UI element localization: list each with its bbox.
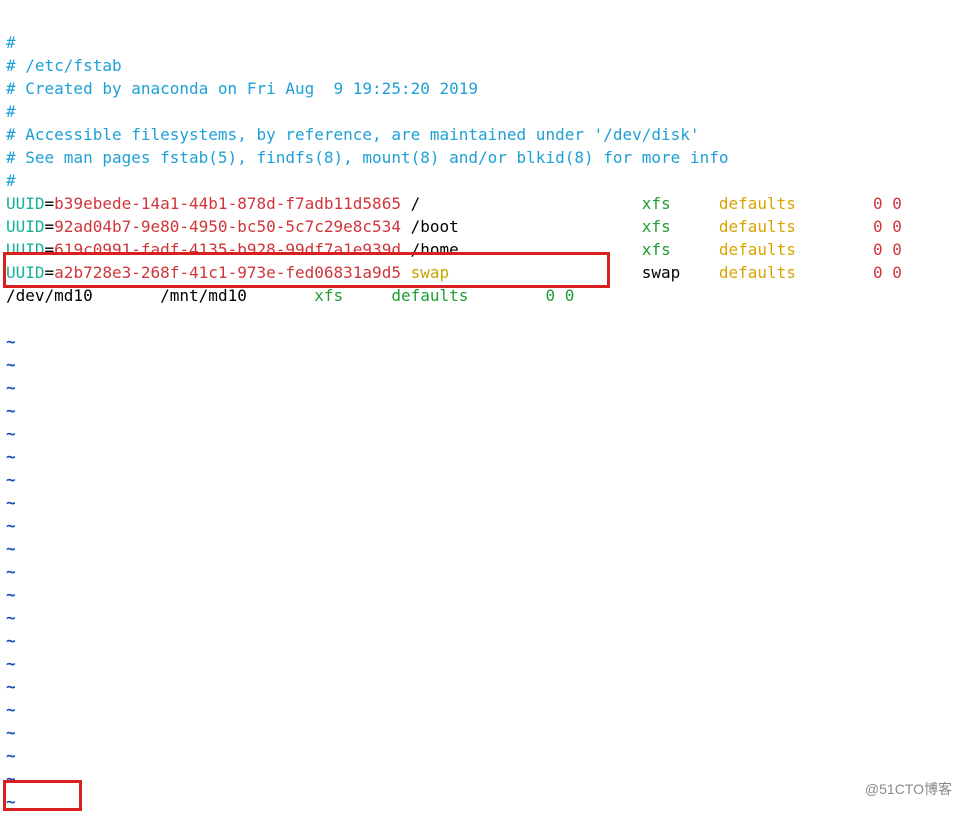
empty-line-tilde: ~ (6, 470, 16, 489)
watermark-text: @51CTO博客 (865, 778, 952, 801)
equals-sign: = (45, 263, 55, 282)
fstab-entry: UUID=92ad04b7-9e80-4950-bc50-5c7c29e8c53… (6, 217, 902, 236)
mount-point: / (411, 194, 421, 213)
uuid-value: 92ad04b7-9e80-4950-bc50-5c7c29e8c534 (54, 217, 401, 236)
device: /dev/md10 (6, 286, 93, 305)
empty-line-tilde: ~ (6, 723, 16, 742)
empty-line-tilde: ~ (6, 677, 16, 696)
empty-line-tilde: ~ (6, 378, 16, 397)
fs-type: xfs (314, 286, 343, 305)
empty-line-tilde: ~ (6, 608, 16, 627)
empty-line-tilde: ~ (6, 700, 16, 719)
comment-line: # /etc/fstab (6, 56, 122, 75)
fstab-entry-highlighted: /dev/md10 /mnt/md10 xfs defaults 0 0 (6, 286, 574, 305)
fs-type: xfs (642, 217, 671, 236)
dump-value: 0 (873, 263, 883, 282)
uuid-label: UUID (6, 217, 45, 236)
equals-sign: = (45, 240, 55, 259)
dump-value: 0 (873, 217, 883, 236)
empty-line-tilde: ~ (6, 355, 16, 374)
empty-line-tilde: ~ (6, 746, 16, 765)
uuid-value: a2b728e3-268f-41c1-973e-fed06831a9d5 (54, 263, 401, 282)
empty-line-tilde: ~ (6, 401, 16, 420)
pass-value: 0 (892, 217, 902, 236)
empty-line-tilde: ~ (6, 332, 16, 351)
comment-line: # (6, 33, 16, 52)
mount-options: defaults (719, 217, 796, 236)
comment-line: # Accessible filesystems, by reference, … (6, 125, 700, 144)
empty-line-tilde: ~ (6, 792, 16, 811)
empty-line-tilde: ~ (6, 493, 16, 512)
fstab-entry: UUID=619c0991-fadf-4135-b928-99df7a1e939… (6, 240, 902, 259)
equals-sign: = (45, 194, 55, 213)
empty-line-tilde: ~ (6, 539, 16, 558)
equals-sign: = (45, 217, 55, 236)
fs-type: xfs (642, 240, 671, 259)
comment-line: # See man pages fstab(5), findfs(8), mou… (6, 148, 728, 167)
mount-point: swap (411, 263, 450, 282)
comment-line: # (6, 171, 16, 190)
fstab-entry: UUID=a2b728e3-268f-41c1-973e-fed06831a9d… (6, 263, 902, 282)
uuid-label: UUID (6, 240, 45, 259)
dump-value: 0 (873, 194, 883, 213)
mount-point: /mnt/md10 (160, 286, 247, 305)
fs-type: swap (642, 263, 681, 282)
pass-value: 0 (892, 240, 902, 259)
empty-line-tilde: ~ (6, 631, 16, 650)
uuid-label: UUID (6, 263, 45, 282)
mount-point: /home (411, 240, 459, 259)
empty-line-tilde: ~ (6, 585, 16, 604)
empty-line-tilde: ~ (6, 654, 16, 673)
uuid-value: b39ebede-14a1-44b1-878d-f7adb11d5865 (54, 194, 401, 213)
mount-point: /boot (411, 217, 459, 236)
empty-line-tilde: ~ (6, 424, 16, 443)
empty-line-tilde: ~ (6, 769, 16, 788)
mount-options: defaults (719, 263, 796, 282)
empty-line-tilde: ~ (6, 562, 16, 581)
fs-type: xfs (642, 194, 671, 213)
dump-value: 0 (545, 286, 555, 305)
empty-line-tilde: ~ (6, 447, 16, 466)
comment-line: # (6, 102, 16, 121)
pass-value: 0 (892, 194, 902, 213)
dump-value: 0 (873, 240, 883, 259)
uuid-label: UUID (6, 194, 45, 213)
mount-options: defaults (719, 194, 796, 213)
mount-options: defaults (391, 286, 468, 305)
uuid-value: 619c0991-fadf-4135-b928-99df7a1e939d (54, 240, 401, 259)
pass-value: 0 (892, 263, 902, 282)
pass-value: 0 (565, 286, 575, 305)
comment-line: # Created by anaconda on Fri Aug 9 19:25… (6, 79, 478, 98)
mount-options: defaults (719, 240, 796, 259)
empty-line-tilde: ~ (6, 516, 16, 535)
terminal-editor[interactable]: # # /etc/fstab # Created by anaconda on … (0, 0, 964, 813)
fstab-entry: UUID=b39ebede-14a1-44b1-878d-f7adb11d586… (6, 194, 902, 213)
